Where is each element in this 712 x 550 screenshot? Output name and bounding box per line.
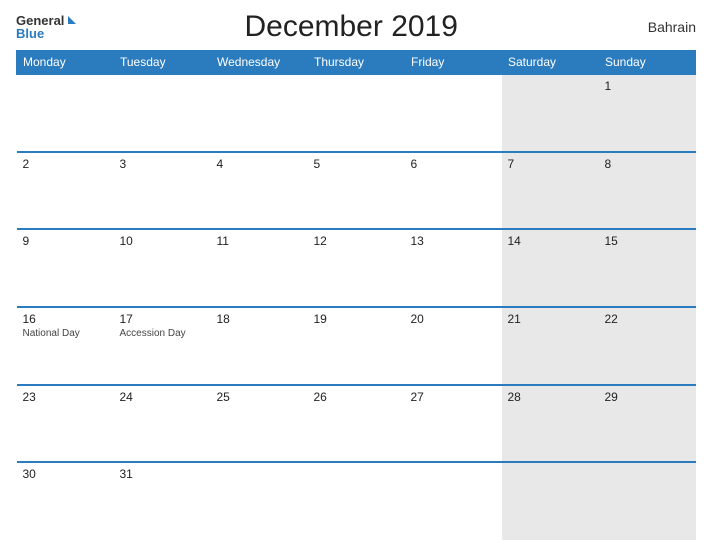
day-event: National Day [23, 328, 108, 339]
day-number: 1 [605, 79, 690, 93]
day-number: 13 [411, 234, 496, 248]
header-tuesday: Tuesday [114, 51, 211, 75]
calendar-cell: 21 [502, 307, 599, 385]
day-number: 15 [605, 234, 690, 248]
calendar-page: General Blue December 2019 Bahrain Monda… [0, 0, 712, 550]
logo-blue-text: Blue [16, 27, 76, 40]
day-number: 19 [314, 312, 399, 326]
logo: General Blue [16, 14, 76, 40]
day-number: 7 [508, 157, 593, 171]
day-number: 24 [120, 390, 205, 404]
calendar-cell: 15 [599, 229, 696, 307]
calendar-cell: 4 [211, 152, 308, 230]
day-number: 6 [411, 157, 496, 171]
calendar-cell: 19 [308, 307, 405, 385]
day-number: 27 [411, 390, 496, 404]
day-number: 16 [23, 312, 108, 326]
calendar-cell: 17 Accession Day [114, 307, 211, 385]
calendar-cell [502, 74, 599, 152]
day-number: 20 [411, 312, 496, 326]
day-number: 26 [314, 390, 399, 404]
calendar-cell: 7 [502, 152, 599, 230]
calendar-cell [308, 462, 405, 540]
calendar-cell: 24 [114, 385, 211, 463]
calendar-cell [211, 74, 308, 152]
calendar-cell: 23 [17, 385, 114, 463]
calendar-cell: 20 [405, 307, 502, 385]
calendar-cell: 27 [405, 385, 502, 463]
calendar-cell [308, 74, 405, 152]
day-number: 11 [217, 234, 302, 248]
day-number: 9 [23, 234, 108, 248]
calendar-week-row: 30 31 [17, 462, 696, 540]
day-number: 2 [23, 157, 108, 171]
day-number: 4 [217, 157, 302, 171]
calendar-cell: 10 [114, 229, 211, 307]
day-number: 14 [508, 234, 593, 248]
calendar-cell: 25 [211, 385, 308, 463]
day-number: 10 [120, 234, 205, 248]
day-number: 23 [23, 390, 108, 404]
calendar-cell: 16 National Day [17, 307, 114, 385]
calendar-week-row: 16 National Day 17 Accession Day 18 19 20 21 22 [17, 307, 696, 385]
calendar-cell: 3 [114, 152, 211, 230]
day-number: 21 [508, 312, 593, 326]
day-number: 29 [605, 390, 690, 404]
day-number: 12 [314, 234, 399, 248]
country-label: Bahrain [626, 19, 696, 35]
day-number: 17 [120, 312, 205, 326]
calendar-table: Monday Tuesday Wednesday Thursday Friday… [16, 50, 696, 540]
header-wednesday: Wednesday [211, 51, 308, 75]
calendar-cell: 2 [17, 152, 114, 230]
weekday-header-row: Monday Tuesday Wednesday Thursday Friday… [17, 51, 696, 75]
calendar-cell: 5 [308, 152, 405, 230]
calendar-cell: 13 [405, 229, 502, 307]
calendar-cell [405, 74, 502, 152]
calendar-week-row: 23 24 25 26 27 28 29 [17, 385, 696, 463]
calendar-cell: 12 [308, 229, 405, 307]
calendar-cell: 29 [599, 385, 696, 463]
calendar-week-row: 2345678 [17, 152, 696, 230]
calendar-cell: 14 [502, 229, 599, 307]
calendar-cell: 6 [405, 152, 502, 230]
day-number: 18 [217, 312, 302, 326]
header-thursday: Thursday [308, 51, 405, 75]
calendar-cell: 31 [114, 462, 211, 540]
day-number: 3 [120, 157, 205, 171]
day-number: 25 [217, 390, 302, 404]
day-number: 28 [508, 390, 593, 404]
header-saturday: Saturday [502, 51, 599, 75]
calendar-cell: 8 [599, 152, 696, 230]
calendar-cell [114, 74, 211, 152]
calendar-cell [502, 462, 599, 540]
calendar-cell: 28 [502, 385, 599, 463]
calendar-cell: 30 [17, 462, 114, 540]
day-number: 5 [314, 157, 399, 171]
calendar-title: December 2019 [76, 10, 626, 44]
calendar-cell [211, 462, 308, 540]
calendar-cell [17, 74, 114, 152]
day-number: 30 [23, 467, 108, 481]
calendar-cell: 9 [17, 229, 114, 307]
calendar-cell: 18 [211, 307, 308, 385]
header-monday: Monday [17, 51, 114, 75]
calendar-cell [599, 462, 696, 540]
calendar-cell: 22 [599, 307, 696, 385]
header: General Blue December 2019 Bahrain [16, 10, 696, 44]
calendar-cell [405, 462, 502, 540]
day-number: 8 [605, 157, 690, 171]
day-event: Accession Day [120, 328, 205, 339]
logo-triangle-icon [68, 16, 76, 24]
calendar-cell: 11 [211, 229, 308, 307]
day-number: 31 [120, 467, 205, 481]
header-sunday: Sunday [599, 51, 696, 75]
header-friday: Friday [405, 51, 502, 75]
day-number: 22 [605, 312, 690, 326]
calendar-week-row: 9 10 11 12 13 14 15 [17, 229, 696, 307]
calendar-cell: 1 [599, 74, 696, 152]
calendar-cell: 26 [308, 385, 405, 463]
calendar-week-row: 1 [17, 74, 696, 152]
